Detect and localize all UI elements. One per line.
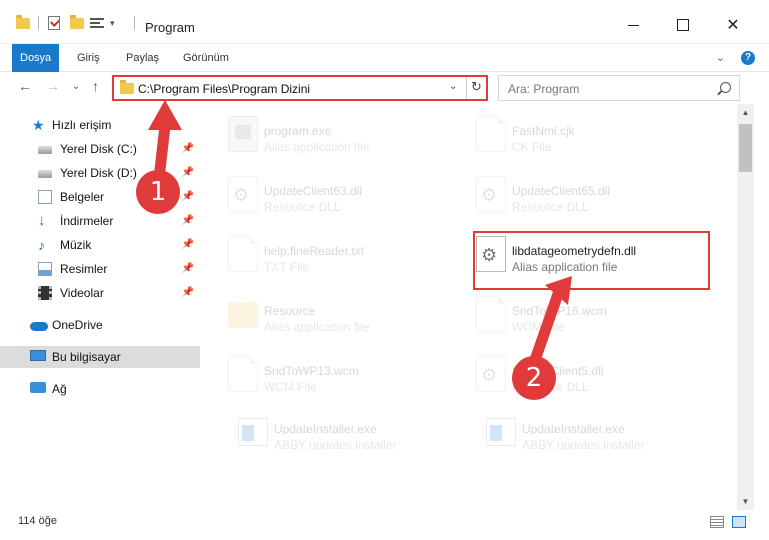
- annotation-arrows: [148, 100, 572, 366]
- annotation-marker-2: 2: [512, 356, 556, 400]
- arrow-1-shaft: [154, 120, 171, 176]
- annotation-marker-1: 1: [136, 170, 180, 214]
- arrow-2-shaft: [529, 288, 564, 366]
